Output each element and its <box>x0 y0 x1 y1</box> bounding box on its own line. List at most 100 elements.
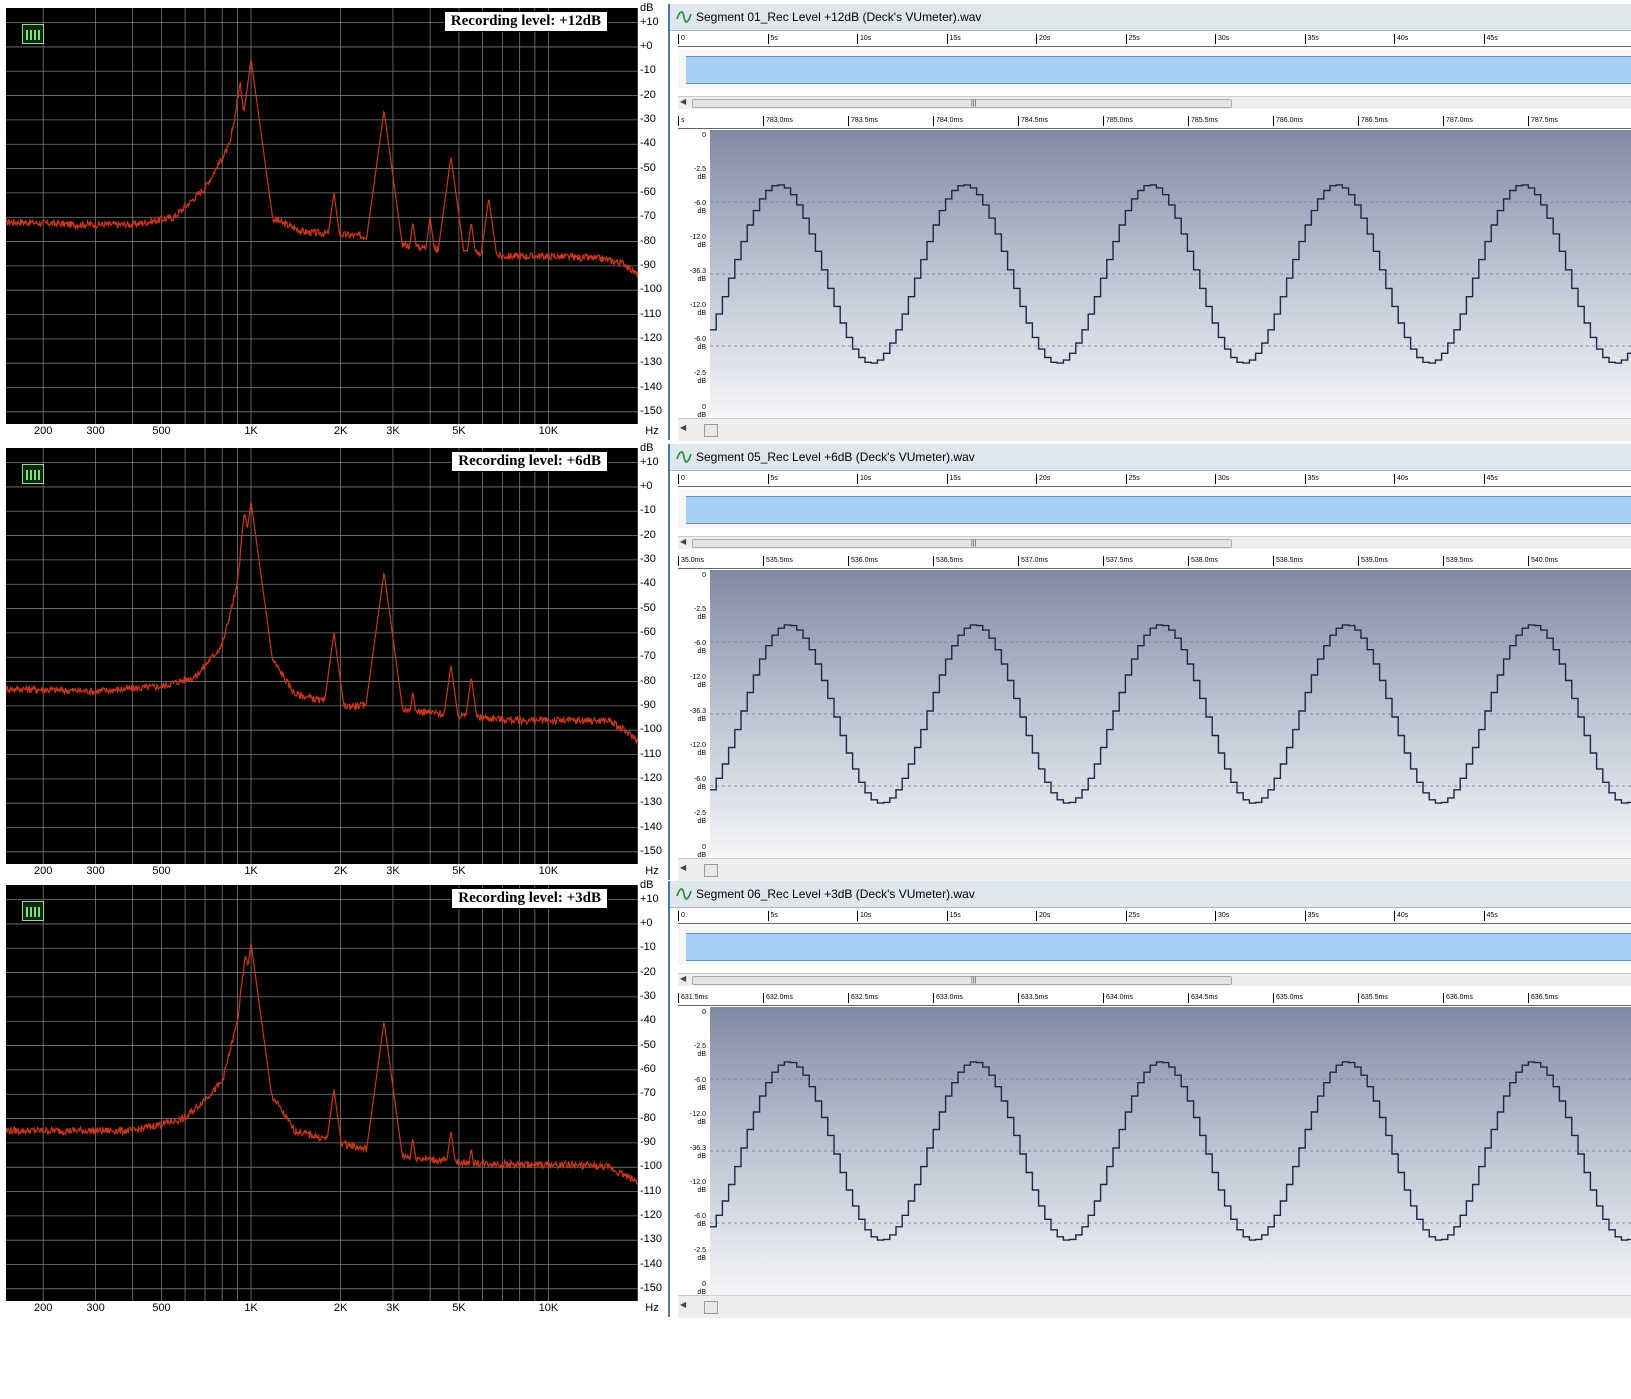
spectrum-y-tick: -20 <box>640 88 656 101</box>
overview-ruler-tick: 40s <box>1394 34 1408 44</box>
detail-ruler-tick: 538.5ms <box>1273 556 1303 566</box>
overview-ruler-tick: 0 <box>678 911 685 921</box>
detail-scrollbar[interactable]: ◀ <box>678 418 1631 441</box>
overview-scrollbar[interactable]: ◀ ||| <box>678 973 1631 986</box>
spectrum-y-tick: -120 <box>640 771 663 784</box>
spectrum-y-tick: -130 <box>640 356 663 369</box>
amplitude-tick-value: -12.0 <box>690 302 706 309</box>
waveform-title-bar: Segment 05_Rec Level +6dB (Deck's VUmete… <box>670 444 1631 471</box>
amplitude-tick-unit: dB <box>697 784 706 791</box>
waveform-detail-view[interactable] <box>710 130 1631 418</box>
detail-scrollbar[interactable]: ◀ <box>678 1295 1631 1318</box>
amplitude-tick-unit: dB <box>697 1051 706 1058</box>
spectrum-y-tick: +10 <box>640 892 659 905</box>
amplitude-tick-unit: dB <box>697 242 706 249</box>
spectrum-y-tick: -60 <box>640 625 656 638</box>
scroll-left-arrow-icon[interactable]: ◀ <box>680 974 686 983</box>
spectrum-analyzer: Recording level: +6dB dB +10 +0 -10 -20 -30 -40… <box>0 442 664 880</box>
spectrum-x-tick: 200 <box>33 865 53 877</box>
overview-scrollbar[interactable]: ◀ ||| <box>678 96 1631 109</box>
spectrum-trace <box>6 943 638 1186</box>
overview-ruler-tick: 35s <box>1304 34 1319 44</box>
scroll-left-arrow-icon[interactable]: ◀ <box>680 97 686 106</box>
recording-level-label: Recording level: +3dB <box>451 888 608 909</box>
spectrum-analyzer-icon[interactable] <box>22 464 44 484</box>
amplitude-tick-unit: dB <box>697 716 706 723</box>
detail-scrollbar-thumb[interactable] <box>704 424 718 437</box>
overview-ruler-tick: 5s <box>767 911 778 921</box>
scrollbar-grip-icon: ||| <box>971 540 977 547</box>
waveform-overview[interactable] <box>678 927 1631 965</box>
amplitude-tick: -12.0 dB <box>690 1111 706 1127</box>
overview-ruler-tick: 20s <box>1036 34 1050 44</box>
waveform-title-bar: Segment 06_Rec Level +3dB (Deck's VUmete… <box>670 881 1631 908</box>
detail-ruler-tick: 786.0ms <box>1273 116 1303 126</box>
spectrum-y-tick: -70 <box>640 650 656 663</box>
amplitude-tick-unit: dB <box>697 614 706 621</box>
amplitude-tick: -2.5 dB <box>694 166 706 182</box>
analysis-panel: Recording level: +12dB dB +10 +0 -10 -20 -30 -4… <box>0 2 1631 442</box>
spectrum-y-tick: +0 <box>640 916 653 929</box>
recording-level-label: Recording level: +6dB <box>451 451 608 472</box>
amplitude-tick-value: -6.0 <box>693 336 706 343</box>
detail-ruler-tick: 538.0ms <box>1188 556 1218 566</box>
amplitude-tick-value: -12.0 <box>690 1111 706 1118</box>
detail-ruler-tick: 632.5ms <box>848 993 878 1003</box>
detail-scrollbar[interactable]: ◀ <box>678 858 1631 881</box>
waveform-detail-view[interactable] <box>710 570 1631 858</box>
waveform-detail-view[interactable] <box>710 1007 1631 1295</box>
scrollbar-thumb[interactable]: ||| <box>692 99 1232 108</box>
amplitude-tick-value: 0 <box>702 572 706 579</box>
waveform-overview[interactable] <box>678 490 1631 528</box>
spectrum-icon-bars <box>26 907 40 917</box>
amplitude-tick: -2.5 dB <box>694 1247 706 1263</box>
spectrum-y-tick: -140 <box>640 1257 663 1270</box>
spectrum-y-tick: -140 <box>640 820 663 833</box>
scrollbar-thumb[interactable]: ||| <box>692 976 1232 985</box>
waveform-overview[interactable] <box>678 50 1631 88</box>
overview-ruler-tick: 5s <box>767 34 778 44</box>
scrollbar-thumb[interactable]: ||| <box>692 539 1232 548</box>
detail-ruler-tick: 636.5ms <box>1528 993 1558 1003</box>
spectrum-trace <box>6 501 638 744</box>
overview-ruler-tick: 45s <box>1483 474 1498 484</box>
amplitude-tick-unit: dB <box>697 1085 706 1092</box>
amplitude-tick: -12.0 dB <box>690 302 706 318</box>
scroll-left-arrow-icon[interactable]: ◀ <box>680 423 686 432</box>
spectrum-y-tick: -90 <box>640 698 656 711</box>
scroll-left-arrow-icon[interactable]: ◀ <box>680 537 686 546</box>
spectrum-y-tick: -110 <box>640 307 662 320</box>
spectrum-y-tick: -30 <box>640 112 656 125</box>
scroll-left-arrow-icon[interactable]: ◀ <box>680 1300 686 1309</box>
spectrum-y-tick: -50 <box>640 601 656 614</box>
amplitude-tick-unit: dB <box>697 682 706 689</box>
waveform-editor: Segment 01_Rec Level +12dB (Deck's VUmet… <box>668 4 1631 441</box>
scroll-left-arrow-icon[interactable]: ◀ <box>680 863 686 872</box>
detail-ruler-tick: 633.0ms <box>933 993 963 1003</box>
amplitude-tick-value: -2.5 <box>693 370 706 377</box>
overview-time-ruler: 0 5s 10s 15s 20s 25s 30s 35s 40s 45s <box>678 911 1631 924</box>
detail-time-ruler: s 783.0ms 783.5ms 784.0ms 784.5ms 785.0ms 785.… <box>678 116 1631 129</box>
detail-scrollbar-thumb[interactable] <box>704 1301 718 1314</box>
detail-ruler-tick: s <box>678 116 685 126</box>
amplitude-tick-unit: dB <box>697 378 706 385</box>
amplitude-tick-value: -12.0 <box>690 742 706 749</box>
spectrum-y-tick: -30 <box>640 989 656 1002</box>
spectrum-x-tick: 300 <box>86 425 105 437</box>
overview-scrollbar[interactable]: ◀ ||| <box>678 536 1631 549</box>
spectrum-x-tick: 3K <box>386 1302 400 1314</box>
overview-waveform-band <box>686 933 1631 961</box>
spectrum-x-tick: Hz <box>645 1302 659 1314</box>
amplitude-tick-value: -2.5 <box>693 1043 706 1050</box>
spectrum-analyzer-icon[interactable] <box>22 901 44 921</box>
overview-ruler-tick: 45s <box>1483 911 1498 921</box>
spectrum-x-tick: 2K <box>333 1302 348 1314</box>
detail-ruler-tick: 635.0ms <box>1273 993 1303 1003</box>
spectrum-analyzer-icon[interactable] <box>22 24 44 44</box>
detail-scrollbar-thumb[interactable] <box>704 864 718 877</box>
overview-ruler-tick: 10s <box>857 911 871 921</box>
overview-ruler-tick: 25s <box>1125 911 1140 921</box>
overview-time-ruler: 0 5s 10s 15s 20s 25s 30s 35s 40s 45s <box>678 34 1631 47</box>
spectrum-x-tick: 500 <box>152 865 171 877</box>
overview-ruler-tick: 35s <box>1304 474 1319 484</box>
